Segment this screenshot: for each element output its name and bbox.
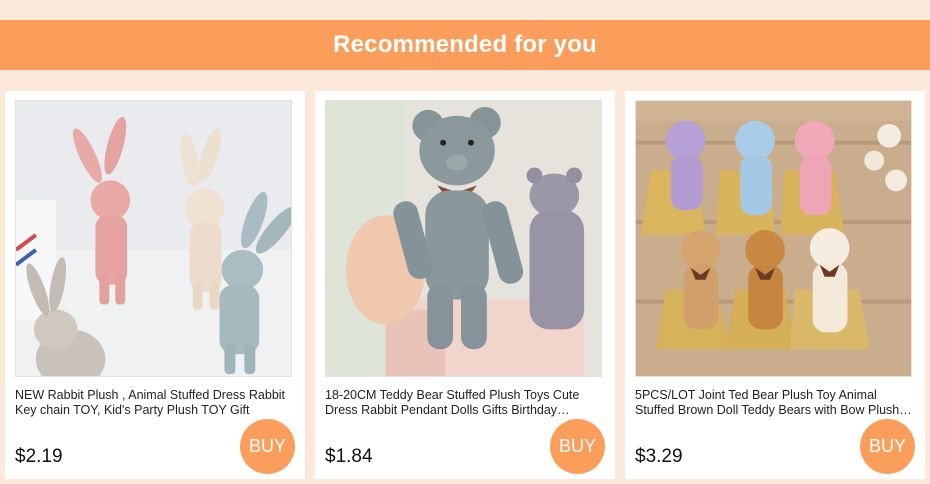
teddy-bear-plush-image[interactable]	[325, 100, 602, 377]
product-title[interactable]: 5PCS/LOT Joint Ted Bear Plush Toy Animal…	[635, 388, 915, 418]
joint-teddy-bears-image[interactable]	[635, 100, 912, 377]
product-price: $3.29	[635, 446, 683, 467]
product-price: $1.84	[325, 446, 373, 467]
product-card[interactable]: NEW Rabbit Plush , Animal Stuffed Dress …	[5, 91, 305, 479]
top-strip	[0, 0, 930, 20]
rabbit-plush-image[interactable]	[15, 100, 292, 377]
product-title[interactable]: 18-20CM Teddy Bear Stuffed Plush Toys Cu…	[325, 388, 605, 418]
section-header: Recommended for you	[0, 20, 930, 70]
product-title[interactable]: NEW Rabbit Plush , Animal Stuffed Dress …	[15, 388, 295, 418]
buy-button[interactable]: BUY	[550, 419, 605, 474]
buy-button[interactable]: BUY	[860, 419, 915, 474]
product-price: $2.19	[15, 446, 63, 467]
section-title: Recommended for you	[333, 31, 597, 58]
product-card[interactable]: 5PCS/LOT Joint Ted Bear Plush Toy Animal…	[625, 91, 925, 479]
recommendation-widget: Recommended for you NEW Rabbit Plush , A…	[0, 0, 930, 484]
buy-button[interactable]: BUY	[240, 419, 295, 474]
product-card[interactable]: 18-20CM Teddy Bear Stuffed Plush Toys Cu…	[315, 91, 615, 479]
